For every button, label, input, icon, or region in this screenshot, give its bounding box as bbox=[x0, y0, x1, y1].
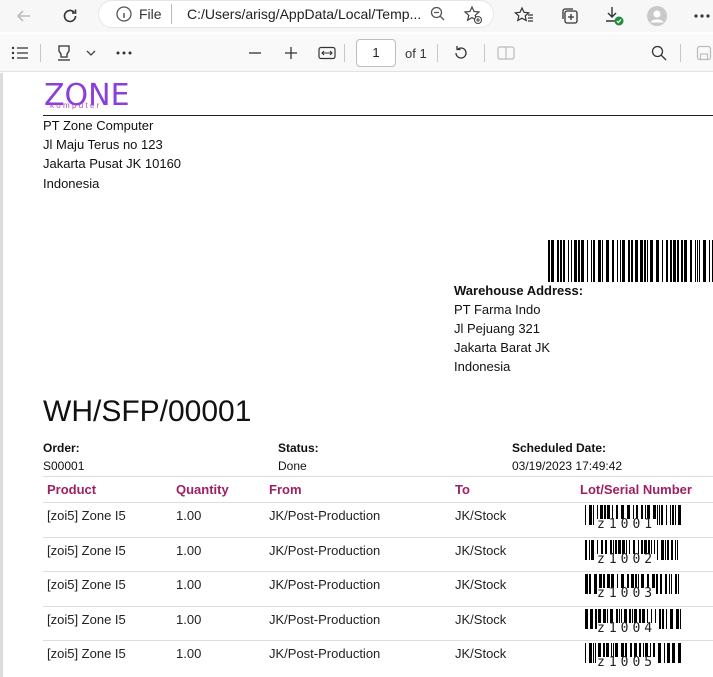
zoom-out-icon[interactable] bbox=[244, 42, 266, 64]
cell-product: [zoi5] Zone I5 bbox=[47, 646, 126, 662]
zoom-in-icon[interactable] bbox=[280, 42, 302, 64]
toolbar-divider bbox=[40, 44, 41, 62]
cell-from: JK/Post-Production bbox=[269, 646, 381, 662]
fit-width-icon[interactable] bbox=[316, 42, 338, 64]
status-value: Done bbox=[278, 459, 307, 473]
page-count: of 1 bbox=[405, 46, 427, 61]
company-street: Jl Maju Terus no 123 bbox=[43, 137, 163, 152]
order-label: Order: bbox=[43, 441, 80, 455]
scheduled-date-value: 03/19/2023 17:49:42 bbox=[512, 459, 623, 473]
cell-product: [zoi5] Zone I5 bbox=[47, 577, 126, 593]
back-button[interactable] bbox=[10, 2, 38, 30]
column-header-lot: Lot/Serial Number bbox=[580, 482, 692, 497]
cell-quantity: 1.00 bbox=[176, 577, 202, 593]
status-label: Status: bbox=[278, 441, 319, 455]
address-divider bbox=[171, 4, 172, 24]
cell-to: JK/Stock bbox=[455, 577, 507, 593]
toolbar-divider bbox=[484, 44, 485, 62]
url-text[interactable]: C:/Users/arisg/AppData/Local/Temp... bbox=[187, 6, 421, 22]
warehouse-address-label: Warehouse Address: bbox=[454, 283, 584, 298]
column-header-quantity: Quantity bbox=[176, 482, 229, 497]
cell-quantity: 1.00 bbox=[176, 508, 202, 523]
scheduled-date-label: Scheduled Date: bbox=[512, 441, 607, 455]
cell-from: JK/Post-Production bbox=[269, 542, 381, 558]
company-city: Jakarta Pusat JK 10160 bbox=[43, 156, 182, 171]
zoom-icon[interactable] bbox=[429, 5, 447, 23]
table-row-divider bbox=[43, 571, 713, 573]
downloads-icon[interactable] bbox=[602, 4, 626, 28]
refresh-button[interactable] bbox=[56, 2, 84, 30]
more-tools-icon[interactable] bbox=[113, 42, 135, 64]
info-icon[interactable] bbox=[115, 5, 133, 23]
table-row-divider bbox=[43, 640, 713, 642]
profile-avatar[interactable] bbox=[645, 4, 669, 28]
company-country: Indonesia bbox=[43, 176, 100, 191]
column-header-to: To bbox=[455, 482, 470, 497]
cell-to: JK/Stock bbox=[455, 508, 507, 523]
cell-from: JK/Post-Production bbox=[269, 611, 381, 627]
cell-to: JK/Stock bbox=[455, 542, 507, 558]
cell-product: [zoi5] Zone I5 bbox=[47, 611, 126, 627]
collections-icon[interactable] bbox=[558, 4, 582, 28]
highlight-icon[interactable] bbox=[53, 42, 75, 64]
pdf-page: ZONE komputer PT Zone Computer Jl Maju T… bbox=[0, 73, 713, 677]
cell-to: JK/Stock bbox=[455, 646, 507, 662]
company-logo-subtitle: komputer bbox=[50, 101, 102, 110]
table-top-rule bbox=[43, 476, 713, 477]
cell-quantity: 1.00 bbox=[176, 542, 202, 558]
browser-toolbar: File C:/Users/arisg/AppData/Local/Temp..… bbox=[0, 0, 713, 32]
search-icon[interactable] bbox=[648, 42, 670, 64]
cell-from: JK/Post-Production bbox=[269, 577, 381, 593]
column-header-product: Product bbox=[47, 482, 97, 497]
save-icon[interactable] bbox=[693, 42, 713, 64]
reference-barcode bbox=[548, 240, 713, 282]
address-bar[interactable]: File C:/Users/arisg/AppData/Local/Temp..… bbox=[98, 0, 494, 28]
cell-quantity: 1.00 bbox=[176, 646, 202, 662]
contents-list-icon[interactable] bbox=[9, 42, 31, 64]
cell-lot-number: z1005 bbox=[597, 655, 657, 671]
more-menu-icon[interactable] bbox=[690, 4, 713, 28]
warehouse-street: Jl Pejuang 321 bbox=[454, 321, 541, 336]
table-row-divider bbox=[43, 605, 713, 607]
toolbar-divider bbox=[437, 44, 438, 62]
cell-from: JK/Post-Production bbox=[269, 508, 381, 523]
page-number-input[interactable]: 1 bbox=[356, 39, 396, 67]
warehouse-name: PT Farma Indo bbox=[454, 302, 541, 317]
cell-lot-number: z1002 bbox=[597, 551, 657, 567]
rotate-icon[interactable] bbox=[450, 42, 472, 64]
order-value: S00001 bbox=[43, 459, 85, 473]
cell-product: [zoi5] Zone I5 bbox=[47, 542, 126, 558]
table-row-divider bbox=[43, 536, 713, 538]
cell-to: JK/Stock bbox=[455, 611, 507, 627]
picking-reference: WH/SFP/00001 bbox=[43, 395, 252, 428]
chevron-down-icon[interactable] bbox=[80, 42, 102, 64]
cell-lot-number: z1004 bbox=[597, 620, 657, 636]
warehouse-country: Indonesia bbox=[454, 359, 511, 374]
pdf-toolbar: 1 of 1 bbox=[0, 34, 713, 72]
table-header-rule bbox=[43, 502, 713, 503]
cell-product: [zoi5] Zone I5 bbox=[47, 508, 126, 523]
toolbar-divider bbox=[680, 44, 681, 62]
add-favorite-icon[interactable] bbox=[463, 5, 483, 25]
cell-quantity: 1.00 bbox=[176, 611, 202, 627]
back-arrow-icon bbox=[16, 10, 30, 22]
header-rule bbox=[43, 115, 713, 116]
favorites-icon[interactable] bbox=[512, 4, 536, 28]
scheme-label: File bbox=[139, 6, 162, 22]
cell-lot-number: z1001 bbox=[597, 517, 657, 532]
toolbar-divider bbox=[344, 44, 345, 62]
page-view-icon[interactable] bbox=[495, 42, 517, 64]
refresh-icon bbox=[63, 9, 77, 23]
company-name: PT Zone Computer bbox=[43, 118, 154, 133]
cell-lot-number: z1003 bbox=[597, 586, 657, 602]
warehouse-city: Jakarta Barat JK bbox=[454, 340, 551, 355]
column-header-from: From bbox=[269, 482, 302, 497]
